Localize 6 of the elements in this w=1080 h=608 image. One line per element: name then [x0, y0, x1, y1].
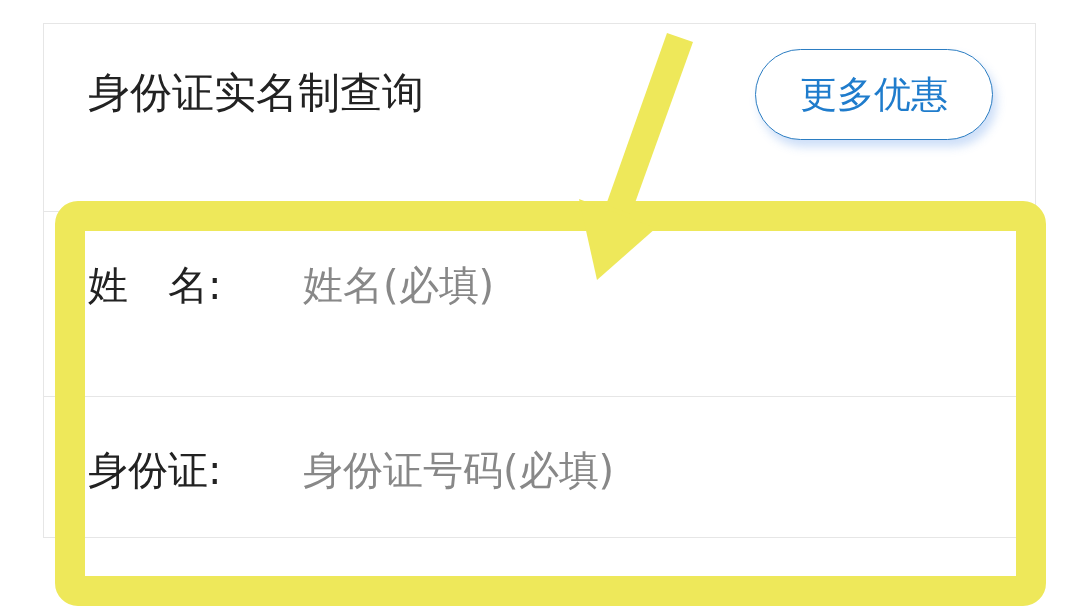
- more-offers-button[interactable]: 更多优惠: [755, 49, 993, 140]
- input-field[interactable]: 身份证号码(必填): [303, 448, 1005, 492]
- field-label: 姓 名:: [88, 263, 223, 307]
- input-field[interactable]: 姓名(必填): [303, 263, 1005, 307]
- field-label: 身份证:: [88, 448, 223, 492]
- card-title: 身份证实名制查询: [88, 72, 424, 114]
